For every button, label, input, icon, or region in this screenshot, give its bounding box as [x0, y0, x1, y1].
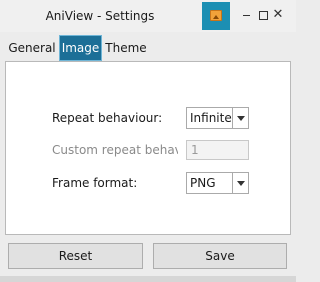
image-icon [202, 2, 230, 30]
window-title: AniView - Settings [45, 9, 155, 23]
save-button[interactable]: Save [153, 243, 287, 269]
maximize-icon[interactable] [256, 8, 270, 22]
chevron-down-icon[interactable] [237, 181, 245, 186]
status-strip [0, 276, 296, 282]
frame-format-dropdown[interactable]: PNG [186, 172, 249, 194]
frame-format-value: PNG [190, 176, 216, 190]
close-icon[interactable]: ✕ [271, 8, 285, 22]
tab-theme[interactable]: Theme [103, 36, 149, 60]
custom-repeat-input[interactable] [187, 141, 248, 159]
image-settings-panel: Repeat behaviour: Infinite Custom repeat… [5, 61, 291, 235]
custom-repeat-label: Custom repeat behavio [52, 143, 178, 157]
frame-format-label: Frame format: [52, 176, 138, 190]
reset-button[interactable]: Reset [8, 243, 143, 269]
repeat-behaviour-label: Repeat behaviour: [52, 111, 163, 125]
title-bar: AniView - Settings ✕ [0, 0, 296, 32]
repeat-behaviour-dropdown[interactable]: Infinite [186, 107, 249, 129]
repeat-behaviour-value: Infinite [190, 111, 232, 125]
tab-image[interactable]: Image [59, 35, 102, 61]
chevron-down-icon[interactable] [237, 116, 245, 121]
custom-repeat-field[interactable] [186, 140, 249, 160]
tab-general[interactable]: General [5, 36, 59, 60]
minimize-icon[interactable] [240, 8, 254, 22]
